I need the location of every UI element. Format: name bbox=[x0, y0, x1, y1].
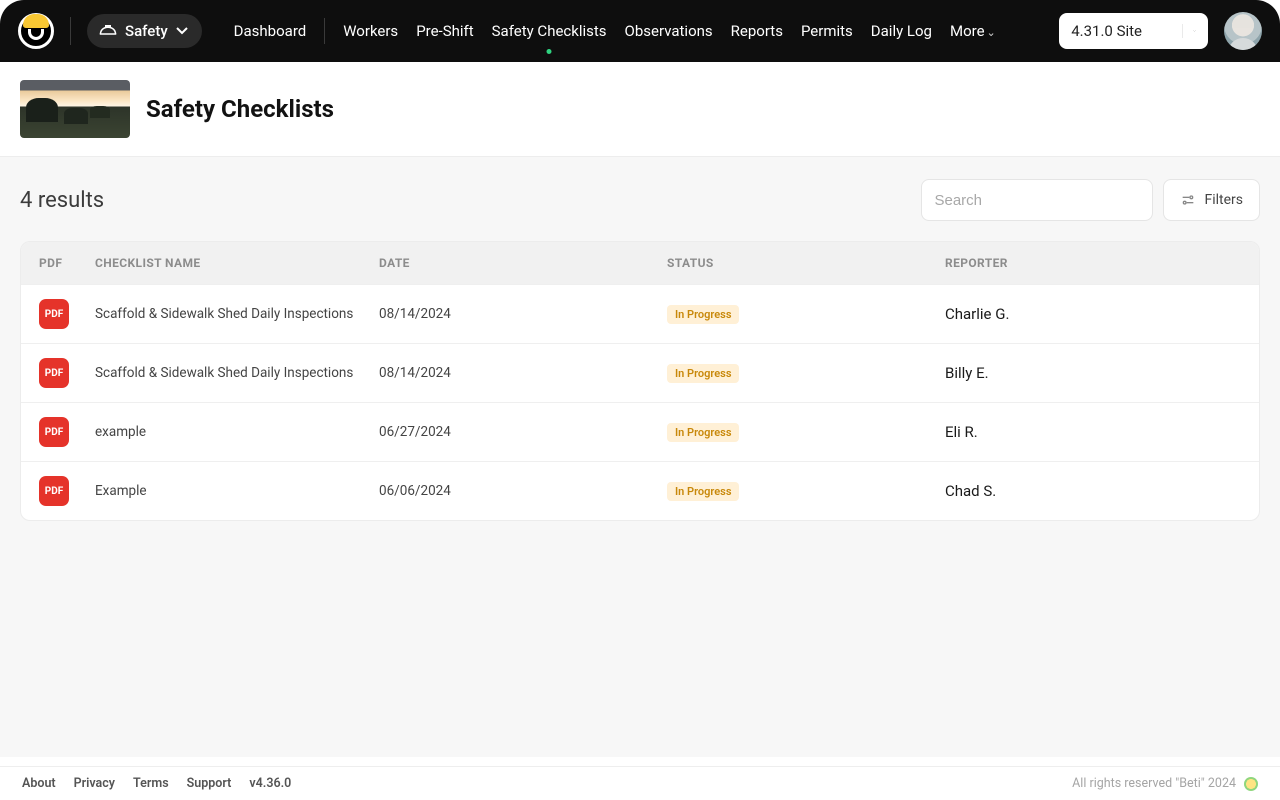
nav-safety-checklists[interactable]: Safety Checklists bbox=[492, 18, 607, 44]
page-title: Safety Checklists bbox=[146, 95, 334, 123]
brand-logo[interactable] bbox=[18, 13, 54, 49]
table-row[interactable]: PDF Scaffold & Sidewalk Shed Daily Inspe… bbox=[21, 343, 1259, 402]
col-header-pdf: PDF bbox=[39, 256, 95, 270]
cell-name: Scaffold & Sidewalk Shed Daily Inspectio… bbox=[95, 306, 379, 322]
nav-dashboard[interactable]: Dashboard bbox=[234, 18, 326, 44]
filters-label: Filters bbox=[1204, 192, 1243, 208]
cell-reporter: Charlie G. bbox=[945, 305, 1241, 323]
cell-name: Example bbox=[95, 483, 379, 499]
pdf-icon[interactable]: PDF bbox=[39, 417, 69, 447]
sliders-icon bbox=[1180, 192, 1196, 208]
nav-permits[interactable]: Permits bbox=[801, 18, 853, 44]
footer-about[interactable]: About bbox=[22, 776, 56, 791]
nav-observations[interactable]: Observations bbox=[625, 18, 713, 44]
cell-date: 06/27/2024 bbox=[379, 424, 667, 440]
status-badge: In Progress bbox=[667, 423, 739, 442]
footer-copyright: All rights reserved "Beti" 2024 bbox=[1072, 776, 1236, 791]
site-selector[interactable]: 4.31.0 Site bbox=[1059, 13, 1208, 49]
status-dot-icon bbox=[1244, 777, 1258, 791]
cell-date: 06/06/2024 bbox=[379, 483, 667, 499]
col-header-date: DATE bbox=[379, 256, 667, 270]
nav-pre-shift[interactable]: Pre-Shift bbox=[416, 18, 473, 44]
status-badge: In Progress bbox=[667, 482, 739, 501]
cell-name: Scaffold & Sidewalk Shed Daily Inspectio… bbox=[95, 365, 379, 381]
cell-name: example bbox=[95, 424, 379, 440]
divider bbox=[70, 17, 71, 45]
checklists-table: PDF CHECKLIST NAME DATE STATUS REPORTER … bbox=[20, 241, 1260, 521]
results-count: 4 results bbox=[20, 188, 104, 213]
footer-privacy[interactable]: Privacy bbox=[74, 776, 115, 791]
module-switcher[interactable]: Safety bbox=[87, 14, 202, 48]
filters-button[interactable]: Filters bbox=[1163, 179, 1260, 221]
results-bar: 4 results Filters bbox=[20, 179, 1260, 221]
footer-terms[interactable]: Terms bbox=[133, 776, 169, 791]
chevron-down-icon bbox=[176, 27, 188, 35]
table-row[interactable]: PDF Example 06/06/2024 In Progress Chad … bbox=[21, 461, 1259, 520]
footer-support[interactable]: Support bbox=[187, 776, 232, 791]
cell-reporter: Eli R. bbox=[945, 423, 1241, 441]
col-header-name: CHECKLIST NAME bbox=[95, 256, 379, 270]
col-header-reporter: REPORTER bbox=[945, 256, 1241, 270]
status-badge: In Progress bbox=[667, 364, 739, 383]
pdf-icon[interactable]: PDF bbox=[39, 358, 69, 388]
nav-more-label: More bbox=[950, 22, 985, 40]
top-nav: Safety Dashboard Workers Pre-Shift Safet… bbox=[0, 0, 1280, 62]
nav-daily-log[interactable]: Daily Log bbox=[871, 18, 932, 44]
chevron-down-icon bbox=[1182, 24, 1196, 38]
cell-reporter: Billy E. bbox=[945, 364, 1241, 382]
site-selector-value: 4.31.0 Site bbox=[1071, 22, 1142, 40]
status-badge: In Progress bbox=[667, 305, 739, 324]
nav-more[interactable]: More⌄ bbox=[950, 18, 996, 44]
col-header-status: STATUS bbox=[667, 256, 945, 270]
table-row[interactable]: PDF Scaffold & Sidewalk Shed Daily Inspe… bbox=[21, 284, 1259, 343]
table-header: PDF CHECKLIST NAME DATE STATUS REPORTER bbox=[21, 242, 1259, 284]
footer: About Privacy Terms Support v4.36.0 All … bbox=[0, 766, 1280, 800]
footer-version: v4.36.0 bbox=[249, 776, 291, 791]
search-input[interactable] bbox=[934, 192, 1133, 209]
page-header: Safety Checklists bbox=[0, 62, 1280, 157]
content-area: 4 results Filters PDF CHECKLIST NAME DAT… bbox=[0, 157, 1280, 757]
cell-reporter: Chad S. bbox=[945, 482, 1241, 500]
pdf-icon[interactable]: PDF bbox=[39, 299, 69, 329]
hard-hat-icon bbox=[99, 24, 117, 38]
nav-workers[interactable]: Workers bbox=[343, 18, 398, 44]
user-avatar[interactable] bbox=[1224, 12, 1262, 50]
cell-date: 08/14/2024 bbox=[379, 365, 667, 381]
cell-date: 08/14/2024 bbox=[379, 306, 667, 322]
caret-icon: ⌄ bbox=[987, 26, 996, 39]
table-row[interactable]: PDF example 06/27/2024 In Progress Eli R… bbox=[21, 402, 1259, 461]
nav-links: Dashboard Workers Pre-Shift Safety Check… bbox=[234, 18, 996, 44]
header-image bbox=[20, 80, 130, 138]
module-label: Safety bbox=[125, 22, 168, 40]
pdf-icon[interactable]: PDF bbox=[39, 476, 69, 506]
nav-reports[interactable]: Reports bbox=[731, 18, 783, 44]
search-box[interactable] bbox=[921, 179, 1153, 221]
